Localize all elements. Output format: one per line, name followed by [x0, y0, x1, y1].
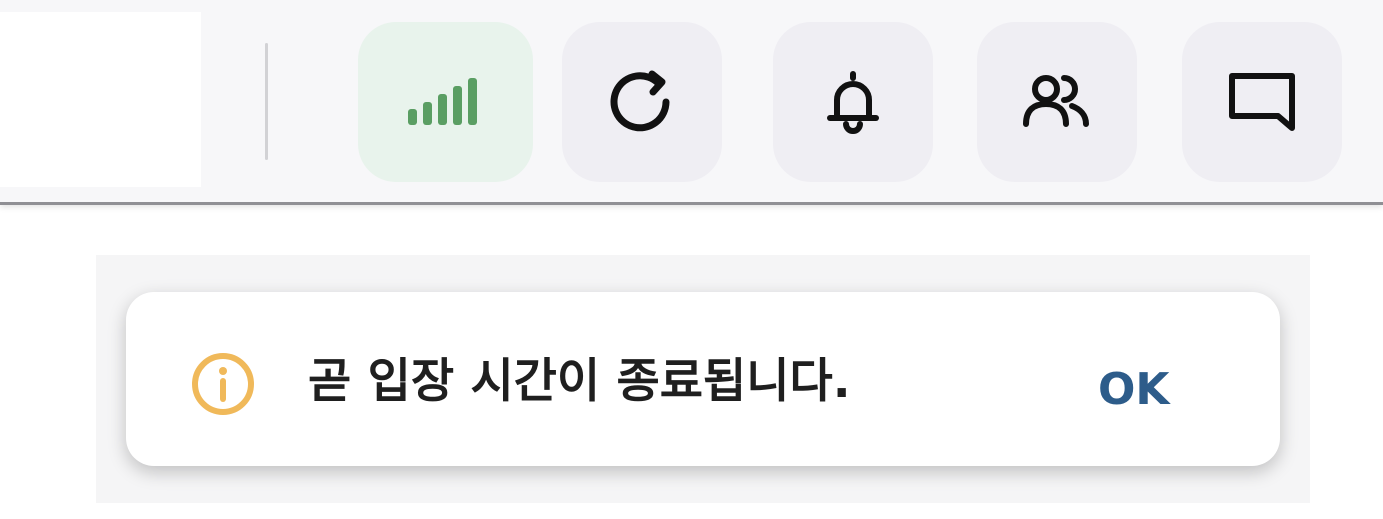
toast-ok-button[interactable]: OK	[1098, 360, 1170, 420]
toolbar-divider	[265, 43, 268, 160]
top-toolbar	[0, 0, 1383, 205]
signal-strength-button[interactable]	[358, 22, 533, 182]
refresh-button[interactable]	[562, 22, 722, 182]
search-field[interactable]	[0, 12, 201, 187]
chat-icon	[1229, 73, 1295, 131]
bell-icon	[827, 71, 879, 134]
info-icon	[192, 353, 254, 415]
refresh-icon	[610, 70, 670, 132]
chat-button[interactable]	[1182, 22, 1342, 182]
users-icon	[1023, 75, 1089, 127]
participants-button[interactable]	[977, 22, 1137, 182]
toast-message: 곧 입장 시간이 종료됩니다.	[308, 354, 851, 409]
signal-strength-icon	[407, 78, 477, 125]
notifications-button[interactable]	[773, 22, 933, 182]
